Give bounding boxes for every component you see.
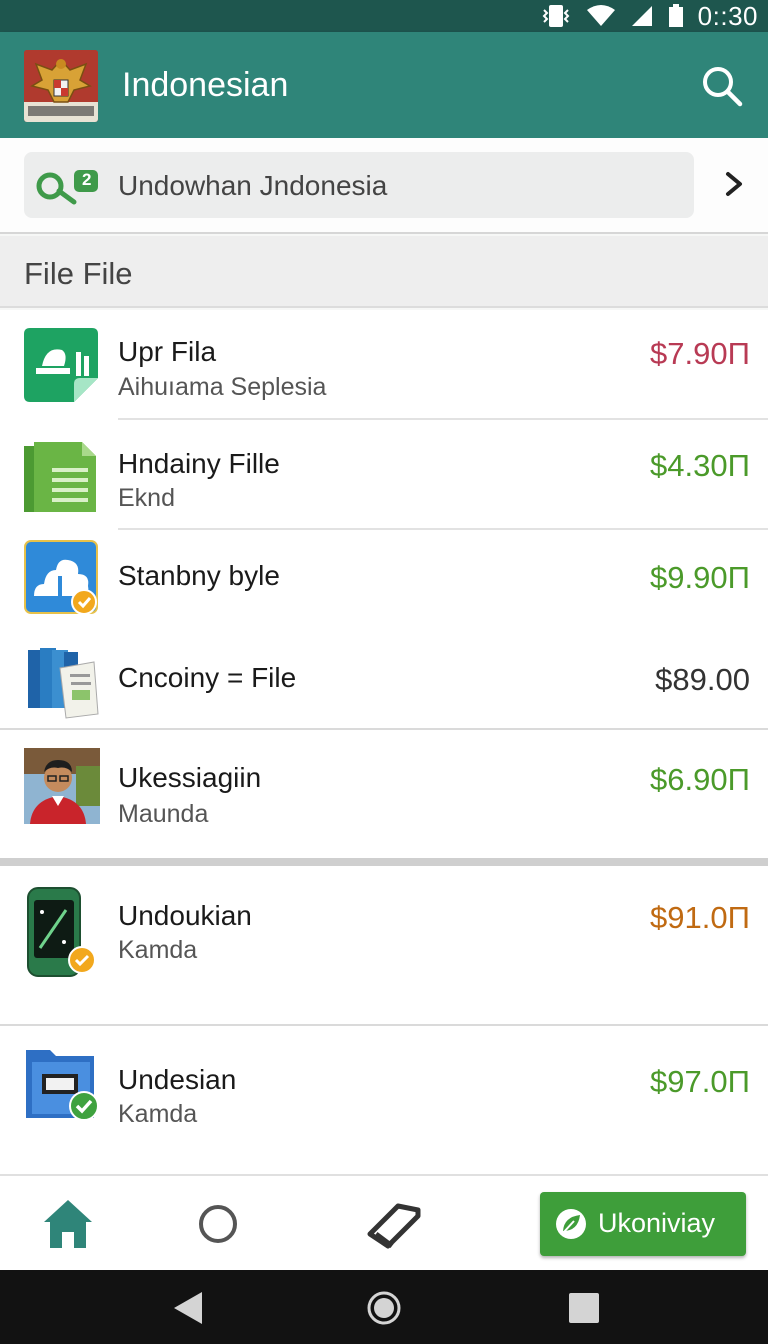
tag-icon[interactable] — [366, 1198, 422, 1250]
item-subtitle: Aihuıama Seplesia — [118, 373, 327, 401]
person-photo — [24, 748, 100, 824]
ukoniviay-button[interactable]: Ukoniviay — [540, 1192, 746, 1256]
item-title: Stanbny byle — [118, 560, 280, 591]
banner-text: Undowhan Jndonesia — [118, 170, 388, 201]
status-time: 0::30 — [697, 0, 758, 31]
item-title: Undesian — [118, 1064, 237, 1095]
item-price: $9.90Π — [650, 560, 750, 595]
item-price: $6.90Π — [650, 762, 750, 797]
home-icon[interactable] — [40, 1198, 96, 1250]
vibrate-icon — [542, 5, 570, 27]
garuda-emblem-icon[interactable] — [24, 50, 98, 122]
list-item[interactable]: Hndainy Fille Eknd $4.30Π — [0, 420, 768, 530]
key-icon: 2 — [34, 164, 100, 208]
signal-icon — [631, 6, 652, 26]
item-title: Hndainy Fille — [118, 448, 280, 479]
blue-folder-icon — [24, 1044, 100, 1124]
item-subtitle: Kamda — [118, 1100, 198, 1128]
list-item[interactable]: Undoukian Kamda $91.0Π — [0, 866, 768, 1026]
list-item[interactable]: Stanbny byle $9.90Π — [0, 530, 768, 630]
circle-icon[interactable] — [190, 1198, 246, 1250]
item-title: Cncoiny = File — [118, 662, 297, 693]
wifi-icon — [586, 5, 615, 26]
app-bar: Indonesian — [0, 32, 768, 138]
item-subtitle: Kamda — [118, 936, 198, 964]
item-subtitle: Eknd — [118, 484, 175, 512]
item-price: $97.0Π — [650, 1064, 750, 1099]
section-divider — [0, 858, 768, 866]
cloud-app-icon — [24, 540, 100, 616]
banner-badge: 2 — [82, 170, 92, 189]
section-title: File File — [24, 256, 133, 291]
item-title: Ukessiagiin — [118, 762, 262, 793]
phone-app-icon — [24, 886, 100, 978]
system-nav-bar — [0, 1270, 768, 1344]
item-price: $89.00 — [655, 662, 750, 697]
system-home-icon[interactable] — [366, 1290, 402, 1326]
promo-banner: 2 Undowhan Jndonesia — [0, 138, 768, 234]
search-icon[interactable] — [700, 64, 744, 108]
list-item[interactable]: Cncoiny = File $89.00 — [0, 630, 768, 730]
section-header: File File — [0, 236, 768, 308]
list-item[interactable]: Ukessiagiin Maunda $6.90Π — [0, 730, 768, 858]
status-bar: 0::30 — [0, 0, 768, 32]
item-title: Upr Fila — [118, 336, 217, 367]
leaf-check-icon — [554, 1207, 588, 1241]
cta-label: Ukoniviay — [598, 1208, 716, 1238]
green-document-icon — [24, 438, 100, 514]
battery-icon — [668, 4, 683, 27]
item-price: $91.0Π — [650, 900, 750, 935]
app-title: Indonesian — [122, 66, 289, 104]
item-price: $7.90Π — [650, 336, 750, 371]
recents-icon[interactable] — [566, 1290, 602, 1326]
banner-pill[interactable]: 2 Undowhan Jndonesia — [24, 152, 694, 218]
back-icon[interactable] — [170, 1290, 206, 1326]
list-item[interactable]: Upr Fila Aihuıama Seplesia $7.90Π — [0, 310, 768, 420]
item-subtitle: Maunda — [118, 800, 209, 828]
sheet-app-icon — [24, 328, 100, 404]
bottom-nav: Ukoniviay — [0, 1174, 768, 1270]
list-item[interactable]: Undesian Kamda $97.0Π — [0, 1026, 768, 1174]
item-title: Undoukian — [118, 900, 252, 931]
item-price: $4.30Π — [650, 448, 750, 483]
chevron-right-icon[interactable] — [720, 164, 748, 204]
books-icon — [24, 644, 100, 720]
